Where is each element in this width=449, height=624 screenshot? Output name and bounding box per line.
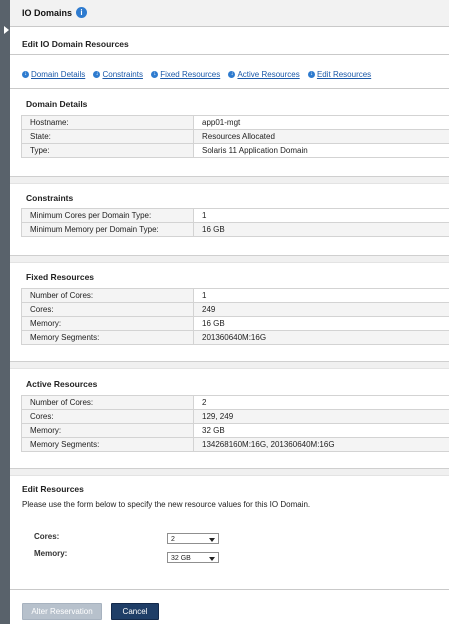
row-value: 16 GB — [193, 222, 449, 237]
row-label: State: — [21, 129, 194, 144]
header-title: IO Domains — [22, 8, 73, 18]
collapse-arrow-icon[interactable] — [4, 26, 9, 34]
table-row: Number of Cores: 2 — [21, 395, 449, 410]
down-arrow-circle-icon: ↓ — [22, 71, 29, 79]
row-label: Memory: — [21, 423, 194, 438]
section-title-domain-details: Domain Details — [26, 99, 88, 109]
section-separator — [10, 361, 449, 369]
fixed-resources-table: Number of Cores: 1 Cores: 249 Memory: 16 GB… — [21, 288, 449, 345]
cores-selected-value: 2 — [171, 536, 175, 543]
table-row: Cores: 249 — [21, 302, 449, 317]
memory-selected-value: 32 GB — [171, 555, 191, 562]
row-label: Hostname: — [21, 115, 194, 130]
row-label: Number of Cores: — [21, 288, 194, 303]
header-bar: IO Domains i — [10, 0, 449, 27]
table-row: Memory: 32 GB — [21, 423, 449, 438]
alter-reservation-button[interactable]: Alter Reservation — [22, 603, 102, 620]
constraints-table: Minimum Cores per Domain Type: 1 Minimum … — [21, 208, 449, 237]
row-label: Number of Cores: — [21, 395, 194, 410]
section-title-constraints: Constraints — [26, 193, 74, 203]
down-arrow-circle-icon: ↓ — [307, 71, 315, 79]
section-nav: ↓ Domain Details ↓ Constraints ↓ Fixed Reso… — [22, 70, 377, 79]
cancel-button[interactable]: Cancel — [111, 603, 159, 620]
down-arrow-circle-icon: ↓ — [151, 71, 159, 79]
row-value: app01-mgt — [193, 115, 449, 130]
row-value: 16 GB — [193, 316, 449, 331]
chevron-down-icon — [209, 557, 215, 561]
edit-resources-description: Please use the form below to specify the… — [22, 500, 311, 509]
row-value: 134268160M:16G, 201360640M:16G — [193, 437, 449, 452]
memory-label: Memory: — [34, 549, 68, 558]
table-row: Cores: 129, 249 — [21, 409, 449, 424]
info-icon[interactable]: i — [76, 7, 87, 18]
row-label: Memory Segments: — [21, 330, 194, 345]
divider — [10, 88, 449, 89]
table-row: Minimum Memory per Domain Type: 16 GB — [21, 222, 449, 237]
chevron-down-icon — [209, 538, 215, 542]
row-label: Minimum Memory per Domain Type: — [21, 222, 194, 237]
left-rail — [0, 0, 10, 624]
page-title: Edit IO Domain Resources — [22, 39, 129, 49]
down-arrow-circle-icon: ↓ — [228, 71, 236, 79]
row-label: Memory: — [21, 316, 194, 331]
row-value: 129, 249 — [193, 409, 449, 424]
table-row: Minimum Cores per Domain Type: 1 — [21, 208, 449, 223]
row-value: Solaris 11 Application Domain — [193, 143, 449, 158]
section-title-edit-resources: Edit Resources — [22, 484, 84, 494]
row-value: 201360640M:16G — [193, 330, 449, 345]
row-value: 2 — [193, 395, 449, 410]
table-row: State: Resources Allocated — [21, 129, 449, 144]
table-row: Memory Segments: 134268160M:16G, 20136064… — [21, 437, 449, 452]
section-separator — [10, 176, 449, 184]
nav-link-constraints[interactable]: ↓ Constraints — [93, 70, 143, 79]
row-value: 1 — [193, 288, 449, 303]
table-row: Memory Segments: 201360640M:16G — [21, 330, 449, 345]
row-value: 249 — [193, 302, 449, 317]
divider — [10, 589, 449, 590]
section-title-active-resources: Active Resources — [26, 379, 98, 389]
table-row: Number of Cores: 1 — [21, 288, 449, 303]
cores-select[interactable]: 2 — [167, 533, 219, 544]
nav-link-fixed-resources[interactable]: ↓ Fixed Resources — [151, 70, 220, 79]
row-value: Resources Allocated — [193, 129, 449, 144]
row-label: Minimum Cores per Domain Type: — [21, 208, 194, 223]
domain-details-table: Hostname: app01-mgt State: Resources Alloc… — [21, 115, 449, 158]
nav-link-domain-details[interactable]: ↓ Domain Details — [22, 70, 85, 79]
row-label: Memory Segments: — [21, 437, 194, 452]
row-label: Type: — [21, 143, 194, 158]
section-separator — [10, 468, 449, 476]
section-separator — [10, 255, 449, 263]
nav-link-edit-resources[interactable]: ↓ Edit Resources — [307, 70, 371, 79]
main-content: Edit IO Domain Resources ↓ Domain Details… — [10, 27, 449, 624]
row-label: Cores: — [21, 302, 194, 317]
down-arrow-circle-icon: ↓ — [93, 71, 101, 79]
memory-select[interactable]: 32 GB — [167, 552, 219, 563]
table-row: Hostname: app01-mgt — [21, 115, 449, 130]
cores-label: Cores: — [34, 532, 60, 541]
divider — [10, 54, 449, 55]
active-resources-table: Number of Cores: 2 Cores: 129, 249 Memory:… — [21, 395, 449, 452]
section-title-fixed-resources: Fixed Resources — [26, 272, 95, 282]
row-label: Cores: — [21, 409, 194, 424]
table-row: Type: Solaris 11 Application Domain — [21, 143, 449, 158]
row-value: 1 — [193, 208, 449, 223]
nav-link-active-resources[interactable]: ↓ Active Resources — [228, 70, 300, 79]
table-row: Memory: 16 GB — [21, 316, 449, 331]
row-value: 32 GB — [193, 423, 449, 438]
